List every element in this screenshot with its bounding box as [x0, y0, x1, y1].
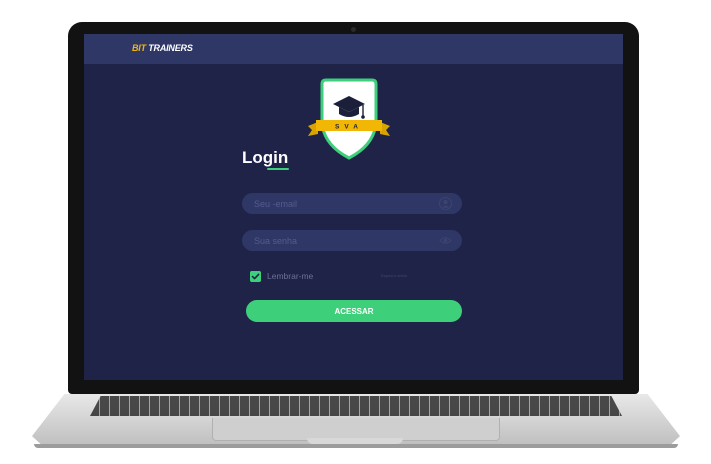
password-input[interactable] — [254, 230, 434, 251]
remember-label: Lembrar-me — [267, 271, 314, 281]
laptop-base-edge — [34, 444, 678, 448]
brand-logo-text[interactable]: BIT TRAINERS — [132, 43, 193, 53]
email-field[interactable] — [242, 193, 462, 214]
top-bar: BIT TRAINERS — [84, 34, 623, 64]
email-input[interactable] — [254, 193, 434, 214]
eye-icon[interactable] — [439, 234, 452, 247]
user-icon — [439, 197, 452, 210]
brand-prefix: BIT — [132, 43, 146, 53]
login-submit-button[interactable]: ACESSAR — [246, 300, 462, 322]
webcam — [351, 27, 356, 32]
forgot-password-link[interactable]: Esqueci a senha — [381, 274, 407, 278]
app-screen: BIT TRAINERS SVA Login Seu -email Lembra… — [84, 34, 623, 380]
title-underline — [267, 168, 289, 170]
laptop-keyboard — [90, 396, 622, 416]
logo-text: SVA — [335, 124, 363, 131]
brand-suffix: TRAINERS — [148, 43, 193, 53]
sva-badge-logo: SVA — [308, 78, 390, 160]
page-title: Login — [242, 148, 289, 167]
remember-checkbox[interactable] — [250, 271, 261, 282]
password-field[interactable] — [242, 230, 462, 251]
